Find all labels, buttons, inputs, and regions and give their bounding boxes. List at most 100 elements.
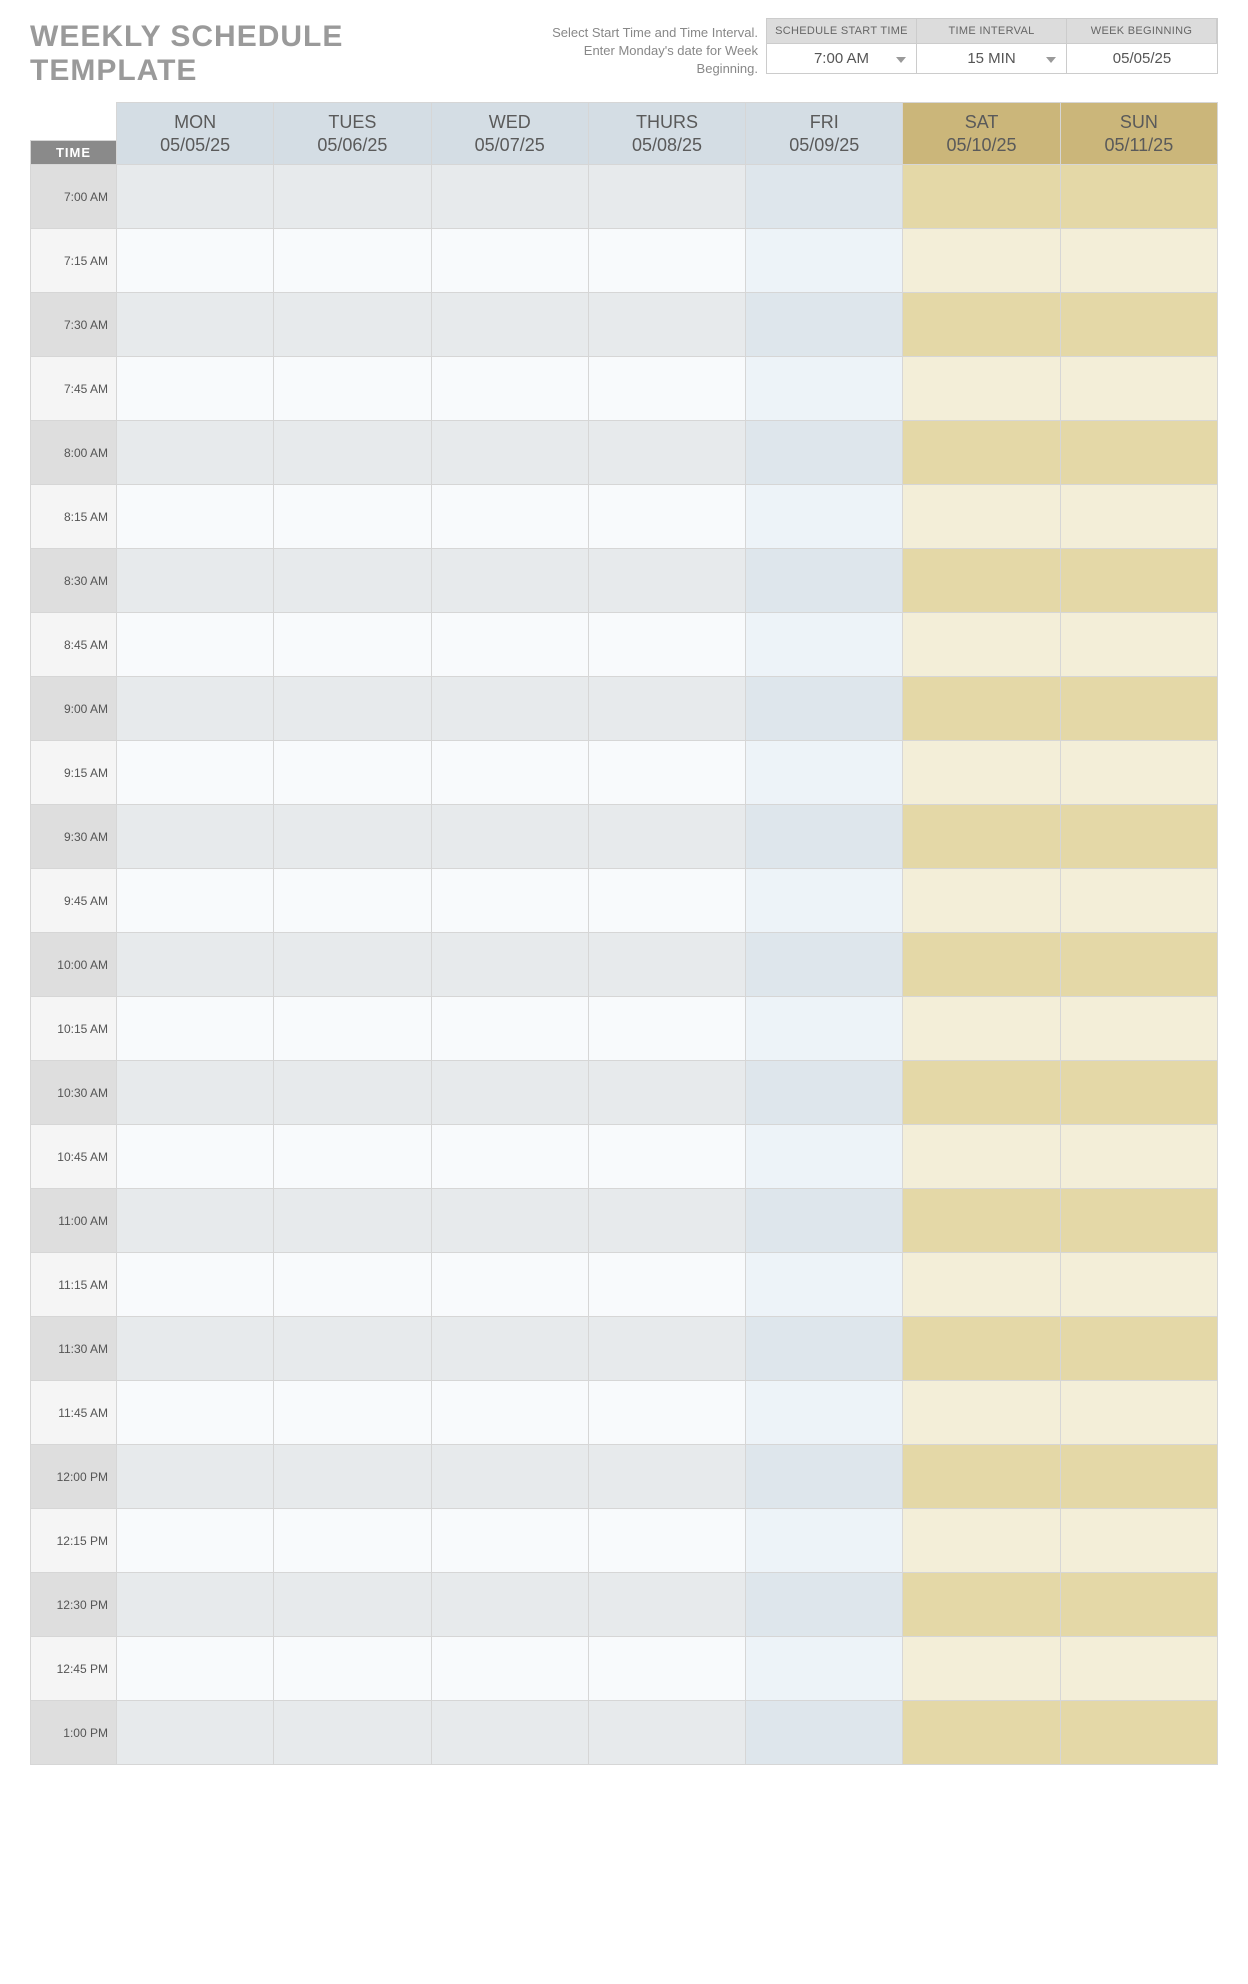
schedule-cell[interactable]	[274, 1445, 431, 1509]
schedule-cell[interactable]	[746, 1253, 903, 1317]
schedule-cell[interactable]	[588, 1253, 745, 1317]
schedule-cell[interactable]	[903, 1637, 1060, 1701]
schedule-cell[interactable]	[117, 1253, 274, 1317]
interval-select[interactable]: 15 MIN	[917, 44, 1067, 73]
schedule-cell[interactable]	[588, 997, 745, 1061]
schedule-cell[interactable]	[431, 165, 588, 229]
schedule-cell[interactable]	[1060, 869, 1217, 933]
schedule-cell[interactable]	[1060, 229, 1217, 293]
schedule-cell[interactable]	[903, 677, 1060, 741]
schedule-cell[interactable]	[431, 741, 588, 805]
schedule-cell[interactable]	[1060, 613, 1217, 677]
schedule-cell[interactable]	[903, 1381, 1060, 1445]
schedule-cell[interactable]	[588, 933, 745, 997]
schedule-cell[interactable]	[588, 1637, 745, 1701]
schedule-cell[interactable]	[117, 741, 274, 805]
schedule-cell[interactable]	[274, 421, 431, 485]
schedule-cell[interactable]	[117, 293, 274, 357]
schedule-cell[interactable]	[274, 613, 431, 677]
schedule-cell[interactable]	[1060, 805, 1217, 869]
schedule-cell[interactable]	[431, 1317, 588, 1381]
schedule-cell[interactable]	[1060, 293, 1217, 357]
schedule-cell[interactable]	[117, 677, 274, 741]
schedule-cell[interactable]	[117, 357, 274, 421]
schedule-cell[interactable]	[117, 933, 274, 997]
schedule-cell[interactable]	[588, 1189, 745, 1253]
schedule-cell[interactable]	[117, 1061, 274, 1125]
schedule-cell[interactable]	[588, 1701, 745, 1765]
schedule-cell[interactable]	[903, 869, 1060, 933]
schedule-cell[interactable]	[274, 1125, 431, 1189]
schedule-cell[interactable]	[746, 1061, 903, 1125]
schedule-cell[interactable]	[1060, 1573, 1217, 1637]
schedule-cell[interactable]	[746, 1445, 903, 1509]
schedule-cell[interactable]	[588, 805, 745, 869]
schedule-cell[interactable]	[746, 1189, 903, 1253]
schedule-cell[interactable]	[117, 1189, 274, 1253]
schedule-cell[interactable]	[1060, 165, 1217, 229]
schedule-cell[interactable]	[746, 165, 903, 229]
schedule-cell[interactable]	[274, 485, 431, 549]
schedule-cell[interactable]	[746, 1317, 903, 1381]
schedule-cell[interactable]	[588, 677, 745, 741]
schedule-cell[interactable]	[431, 549, 588, 613]
schedule-cell[interactable]	[903, 1253, 1060, 1317]
schedule-cell[interactable]	[903, 1701, 1060, 1765]
schedule-cell[interactable]	[274, 1317, 431, 1381]
schedule-cell[interactable]	[431, 1381, 588, 1445]
schedule-cell[interactable]	[431, 1125, 588, 1189]
schedule-cell[interactable]	[274, 869, 431, 933]
schedule-cell[interactable]	[746, 293, 903, 357]
schedule-cell[interactable]	[588, 613, 745, 677]
schedule-cell[interactable]	[746, 1125, 903, 1189]
schedule-cell[interactable]	[903, 1061, 1060, 1125]
schedule-cell[interactable]	[1060, 1189, 1217, 1253]
schedule-cell[interactable]	[746, 1573, 903, 1637]
schedule-cell[interactable]	[746, 485, 903, 549]
schedule-cell[interactable]	[274, 165, 431, 229]
schedule-cell[interactable]	[431, 933, 588, 997]
schedule-cell[interactable]	[903, 357, 1060, 421]
schedule-cell[interactable]	[117, 485, 274, 549]
schedule-cell[interactable]	[431, 293, 588, 357]
schedule-cell[interactable]	[1060, 997, 1217, 1061]
schedule-cell[interactable]	[588, 293, 745, 357]
schedule-cell[interactable]	[274, 933, 431, 997]
schedule-cell[interactable]	[431, 357, 588, 421]
schedule-cell[interactable]	[274, 1573, 431, 1637]
schedule-cell[interactable]	[431, 1509, 588, 1573]
schedule-cell[interactable]	[588, 869, 745, 933]
schedule-cell[interactable]	[903, 293, 1060, 357]
schedule-cell[interactable]	[431, 229, 588, 293]
schedule-cell[interactable]	[274, 1701, 431, 1765]
schedule-cell[interactable]	[588, 165, 745, 229]
schedule-cell[interactable]	[431, 613, 588, 677]
schedule-cell[interactable]	[746, 997, 903, 1061]
schedule-cell[interactable]	[588, 485, 745, 549]
schedule-cell[interactable]	[588, 1061, 745, 1125]
schedule-cell[interactable]	[903, 485, 1060, 549]
schedule-cell[interactable]	[746, 229, 903, 293]
schedule-cell[interactable]	[746, 421, 903, 485]
schedule-cell[interactable]	[117, 1573, 274, 1637]
schedule-cell[interactable]	[117, 165, 274, 229]
schedule-cell[interactable]	[431, 997, 588, 1061]
schedule-cell[interactable]	[274, 1637, 431, 1701]
schedule-cell[interactable]	[274, 997, 431, 1061]
schedule-cell[interactable]	[903, 805, 1060, 869]
schedule-cell[interactable]	[903, 997, 1060, 1061]
schedule-cell[interactable]	[746, 741, 903, 805]
schedule-cell[interactable]	[588, 1125, 745, 1189]
schedule-cell[interactable]	[903, 165, 1060, 229]
schedule-cell[interactable]	[117, 1317, 274, 1381]
schedule-cell[interactable]	[903, 1445, 1060, 1509]
schedule-cell[interactable]	[431, 1701, 588, 1765]
schedule-cell[interactable]	[1060, 1381, 1217, 1445]
schedule-cell[interactable]	[903, 613, 1060, 677]
schedule-cell[interactable]	[588, 1317, 745, 1381]
schedule-cell[interactable]	[588, 741, 745, 805]
schedule-cell[interactable]	[274, 1189, 431, 1253]
schedule-cell[interactable]	[117, 1701, 274, 1765]
schedule-cell[interactable]	[903, 741, 1060, 805]
schedule-cell[interactable]	[746, 357, 903, 421]
